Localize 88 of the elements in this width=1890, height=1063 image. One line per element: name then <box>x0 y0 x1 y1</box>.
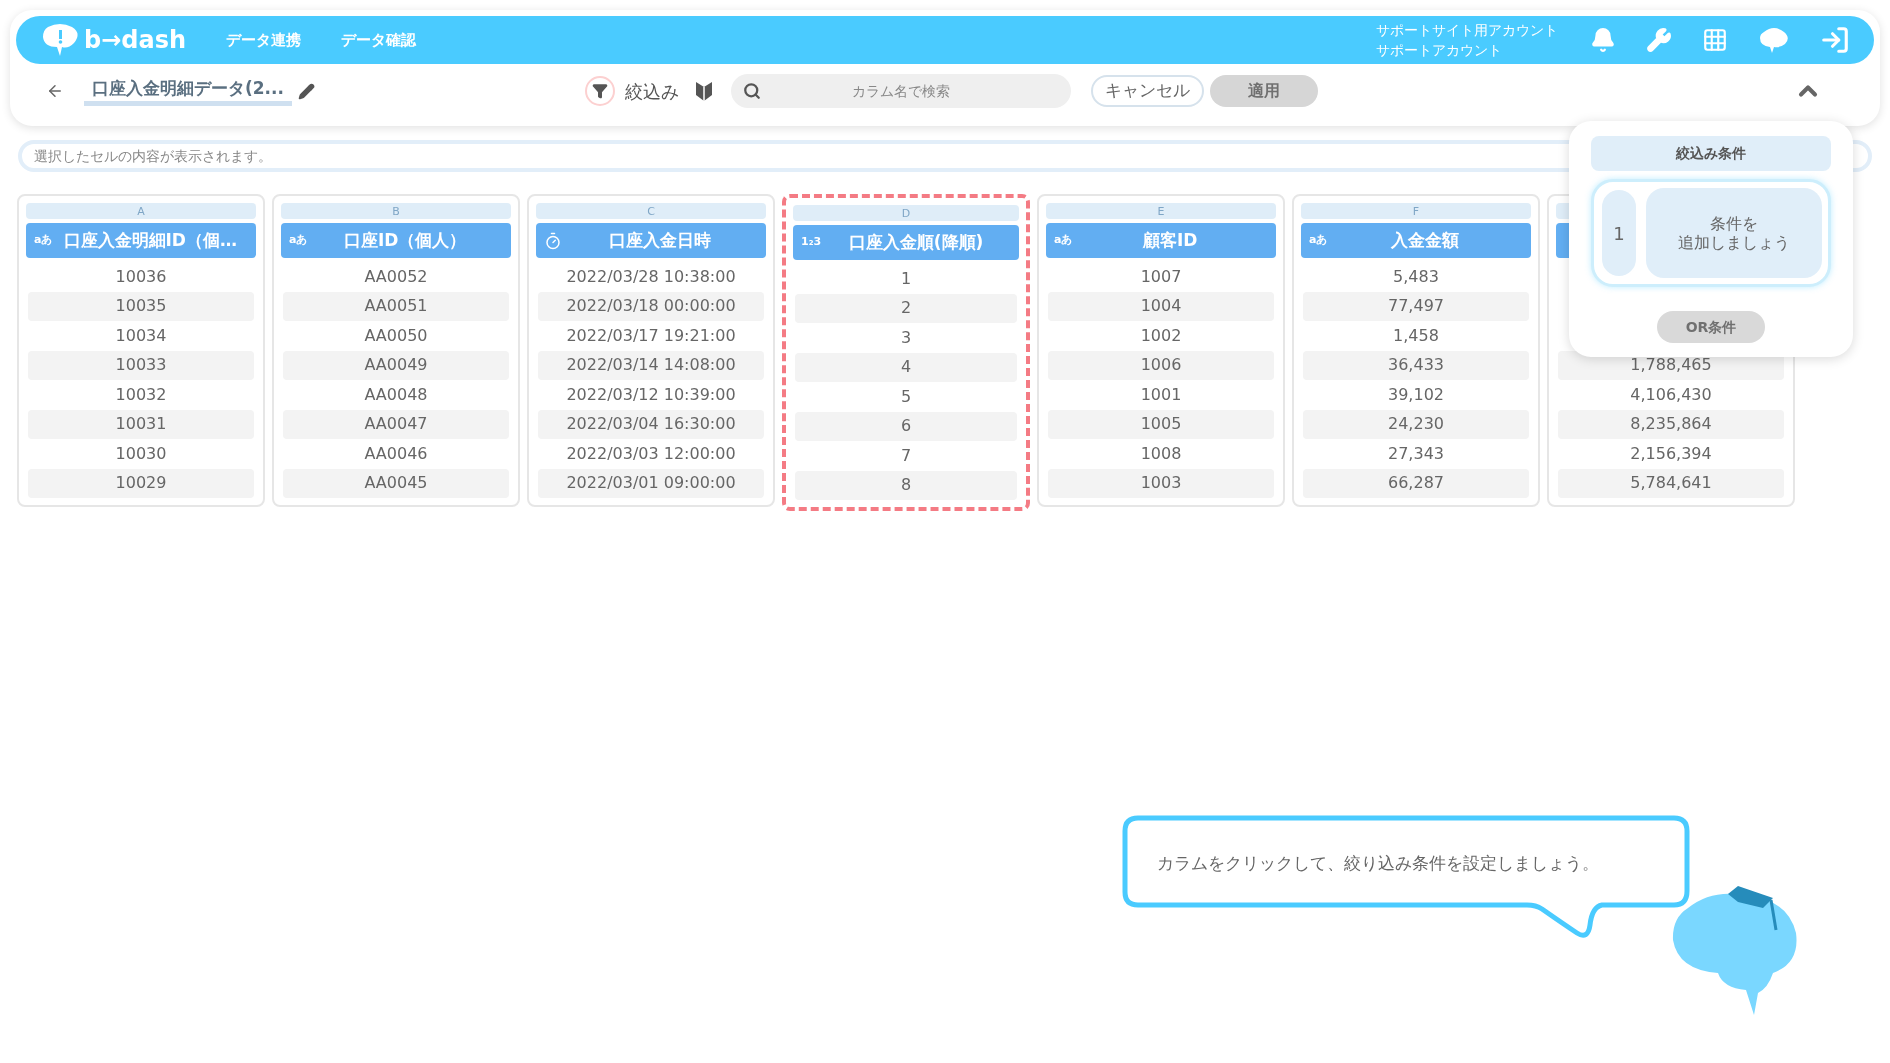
table-cell[interactable]: 2022/03/04 16:30:00 <box>538 409 764 439</box>
table-cell[interactable]: 8,235,864 <box>1558 409 1784 439</box>
table-cell[interactable]: 5 <box>795 382 1017 412</box>
table-cell[interactable]: 1,458 <box>1303 321 1529 351</box>
tip-text: カラムをクリックして、絞り込み条件を設定しましょう。 <box>1157 853 1599 873</box>
column-title: 口座ID（個人） <box>343 228 468 252</box>
table-cell[interactable]: 27,343 <box>1303 439 1529 469</box>
data-title[interactable]: 口座入金明細データ(2... <box>84 75 292 107</box>
table-cell[interactable]: 24,230 <box>1303 409 1529 439</box>
column-letter: F <box>1412 205 1420 217</box>
search-field[interactable]: カラム名で検索 <box>731 74 1071 108</box>
or-condition-button[interactable]: OR条件 <box>1657 311 1765 343</box>
table-cell[interactable]: 36,433 <box>1303 350 1529 380</box>
filter-label: 絞込み <box>625 79 679 104</box>
table-cell[interactable]: 8 <box>795 470 1017 500</box>
panel-title: 絞込み条件 <box>1591 136 1831 171</box>
group-number: 1 <box>1600 188 1638 278</box>
table-cell[interactable]: 10029 <box>28 468 254 498</box>
table-cell[interactable]: 2022/03/01 09:00:00 <box>538 468 764 498</box>
table-cell[interactable]: 10035 <box>28 291 254 321</box>
table-cell[interactable]: 5,784,641 <box>1558 468 1784 498</box>
cancel-button[interactable]: キャンセル <box>1091 75 1204 107</box>
table-cell[interactable]: AA0051 <box>283 291 509 321</box>
column-letter: B <box>392 205 400 217</box>
back-icon[interactable] <box>46 82 64 100</box>
type-label: aあ <box>289 232 308 249</box>
table-cell[interactable]: AA0045 <box>283 468 509 498</box>
type-label: aあ <box>1054 232 1073 249</box>
table-cell[interactable]: 1007 <box>1048 262 1274 292</box>
table-cell[interactable]: 4,106,430 <box>1558 380 1784 410</box>
account-name: サポートサイト用アカウント <box>1376 21 1558 40</box>
edit-icon[interactable] <box>298 82 315 100</box>
table-cell[interactable]: 1003 <box>1048 468 1274 498</box>
table-cell[interactable]: 1001 <box>1048 380 1274 410</box>
column-title: 口座入金順(降順) <box>847 230 985 254</box>
table-cell[interactable]: 2022/03/14 14:08:00 <box>538 350 764 380</box>
table-cell[interactable]: 6 <box>795 411 1017 441</box>
column-letter: D <box>901 207 911 219</box>
table-cell[interactable]: 4 <box>795 352 1017 382</box>
table-cell[interactable]: 7 <box>795 441 1017 471</box>
table-cell[interactable]: 2,156,394 <box>1558 439 1784 469</box>
column-title: 口座入金日時 <box>608 228 712 252</box>
type-label: aあ <box>34 232 53 249</box>
column-title: 口座入金明細ID（個… <box>62 228 238 252</box>
table-cell[interactable]: 10031 <box>28 409 254 439</box>
table-cell[interactable]: 2022/03/18 00:00:00 <box>538 291 764 321</box>
table-cell[interactable]: 2022/03/28 10:38:00 <box>538 262 764 292</box>
column-letter: E <box>1157 205 1165 217</box>
table-cell[interactable]: AA0048 <box>283 380 509 410</box>
table-cell[interactable]: 2 <box>795 293 1017 323</box>
table-cell[interactable]: 10030 <box>28 439 254 469</box>
account-name: サポートアカウント <box>1376 41 1503 60</box>
table-cell[interactable]: 10033 <box>28 350 254 380</box>
column-letter: C <box>647 205 655 217</box>
table-cell[interactable]: 1008 <box>1048 439 1274 469</box>
type-label: aあ <box>1309 232 1328 249</box>
beginner-mark-icon[interactable] <box>695 80 713 102</box>
table-cell[interactable]: AA0046 <box>283 439 509 469</box>
table-cell[interactable]: 1 <box>795 264 1017 294</box>
column-title: 入金金額 <box>1390 228 1461 252</box>
logo-text: b→dash <box>84 25 187 56</box>
column-title: 顧客ID <box>1142 228 1199 252</box>
table-cell[interactable]: 2022/03/12 10:39:00 <box>538 380 764 410</box>
table-cell[interactable]: 10036 <box>28 262 254 292</box>
table-cell[interactable]: AA0049 <box>283 350 509 380</box>
table-cell[interactable]: 1006 <box>1048 350 1274 380</box>
table-cell[interactable]: AA0052 <box>283 262 509 292</box>
table-cell[interactable]: 1005 <box>1048 409 1274 439</box>
search-icon <box>743 82 761 100</box>
table-cell[interactable]: 1004 <box>1048 291 1274 321</box>
table-cell[interactable]: 77,497 <box>1303 291 1529 321</box>
table-cell[interactable]: AA0047 <box>283 409 509 439</box>
table-cell[interactable]: 5,483 <box>1303 262 1529 292</box>
table-cell[interactable]: 66,287 <box>1303 468 1529 498</box>
logo-icon <box>40 23 80 57</box>
table-cell[interactable]: 10034 <box>28 321 254 351</box>
type-label: 1₂3 <box>801 234 822 251</box>
timer-icon <box>544 231 562 250</box>
table-cell[interactable]: 2022/03/17 19:21:00 <box>538 321 764 351</box>
table-cell[interactable]: 2022/03/03 12:00:00 <box>538 439 764 469</box>
filter-icon[interactable] <box>585 76 615 106</box>
table-cell[interactable]: 3 <box>795 323 1017 353</box>
table-cell[interactable]: 39,102 <box>1303 380 1529 410</box>
table-cell[interactable]: 10032 <box>28 380 254 410</box>
add-condition-button[interactable]: 条件を 追加しましょう <box>1646 188 1822 278</box>
column-letter: A <box>137 205 145 217</box>
table-cell[interactable]: AA0050 <box>283 321 509 351</box>
table-cell[interactable]: 1002 <box>1048 321 1274 351</box>
